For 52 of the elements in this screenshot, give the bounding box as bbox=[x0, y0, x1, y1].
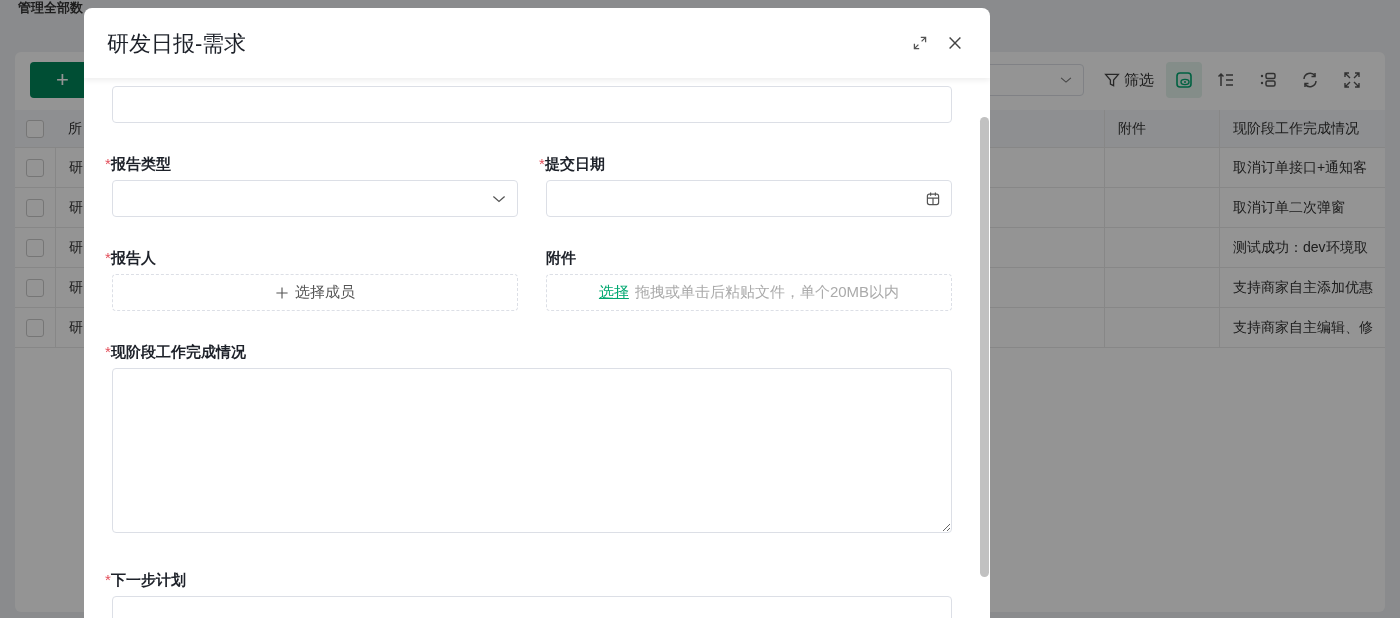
fullscreen-icon bbox=[1342, 70, 1362, 90]
field-label: 提交日期 bbox=[544, 154, 605, 174]
table-cell-text: 研 bbox=[69, 318, 83, 337]
checkbox[interactable] bbox=[26, 158, 44, 177]
table-cell-text: 支持商家自主编辑、修 bbox=[1233, 318, 1373, 337]
select-field[interactable] bbox=[112, 180, 518, 217]
required-mark: * bbox=[105, 342, 111, 362]
required-mark: * bbox=[105, 570, 111, 590]
page-title: 管理全部数 bbox=[18, 1, 83, 15]
table-cell-text: 测试成功：dev环境取 bbox=[1233, 238, 1368, 257]
column-header: 现阶段工作完成情况 bbox=[1233, 119, 1359, 138]
table-cell-text: 取消订单二次弹窗 bbox=[1233, 198, 1345, 217]
filter-icon bbox=[1104, 72, 1120, 88]
table-cell-text: 研 bbox=[69, 158, 83, 177]
date-field[interactable] bbox=[546, 180, 952, 217]
checkbox[interactable] bbox=[26, 278, 44, 297]
view-button[interactable] bbox=[1166, 62, 1202, 98]
text-area[interactable] bbox=[112, 368, 952, 533]
scrollbar[interactable] bbox=[980, 117, 989, 577]
view-icon bbox=[1174, 70, 1194, 90]
field-label: 报告类型 bbox=[110, 154, 171, 174]
modal-title: 研发日报-需求 bbox=[107, 29, 248, 58]
column-settings-icon bbox=[1258, 70, 1278, 90]
plus-icon bbox=[275, 285, 289, 300]
table-cell-text: 取消订单接口+通知客 bbox=[1233, 158, 1368, 177]
table-cell-text: 研 bbox=[69, 238, 83, 257]
checkbox[interactable] bbox=[26, 318, 44, 337]
column-header: 附件 bbox=[1118, 119, 1146, 138]
column-header: 所 bbox=[68, 119, 82, 138]
filter-button[interactable]: 筛选 bbox=[1098, 64, 1160, 96]
select-member-button[interactable]: 选择成员 bbox=[112, 274, 518, 311]
checkbox[interactable] bbox=[26, 198, 44, 217]
close-icon bbox=[946, 34, 964, 52]
expand-icon bbox=[912, 35, 928, 51]
upload-area[interactable]: 选择 拖拽或单击后粘贴文件，单个20MB以内 bbox=[546, 274, 952, 311]
upload-hint: 拖拽或单击后粘贴文件，单个20MB以内 bbox=[634, 282, 900, 303]
field-label: 附件 bbox=[546, 248, 576, 268]
choose-file-link[interactable]: 选择 bbox=[598, 281, 629, 304]
required-mark: * bbox=[105, 248, 111, 268]
required-mark: * bbox=[105, 154, 111, 174]
checkbox[interactable] bbox=[26, 119, 44, 138]
text-field[interactable] bbox=[112, 86, 952, 123]
table-cell-text: 研 bbox=[69, 278, 83, 297]
refresh-icon bbox=[1300, 70, 1320, 90]
table-cell-text: 支持商家自主添加优惠 bbox=[1233, 278, 1373, 297]
checkbox[interactable] bbox=[26, 238, 44, 257]
field-label: 下一步计划 bbox=[110, 570, 186, 590]
field-label: 现阶段工作完成情况 bbox=[110, 342, 246, 362]
field-label: 报告人 bbox=[110, 248, 156, 268]
table-cell-text: 研 bbox=[69, 198, 83, 217]
calendar-icon bbox=[925, 190, 941, 207]
required-mark: * bbox=[539, 154, 545, 174]
